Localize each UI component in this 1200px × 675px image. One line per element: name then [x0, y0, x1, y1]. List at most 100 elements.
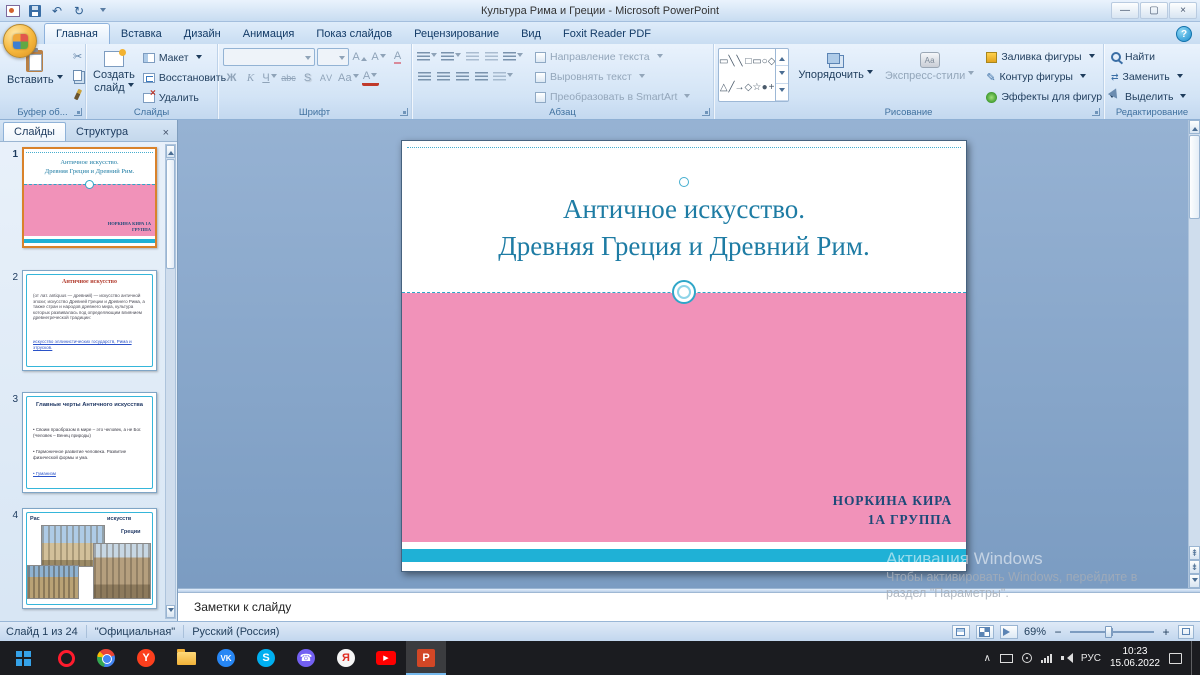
zoom-in-button[interactable]: + [1160, 625, 1172, 639]
redo-button[interactable]: ↻ [70, 2, 88, 20]
tab-animation[interactable]: Анимация [232, 24, 306, 44]
shape-square[interactable]: □ [745, 57, 751, 67]
zoom-level[interactable]: 69% [1024, 626, 1046, 638]
taskbar-yandex[interactable]: Y [126, 641, 166, 675]
show-desktop-button[interactable] [1191, 641, 1196, 675]
panel-scroll-thumb[interactable] [166, 159, 175, 269]
bold-button[interactable]: Ж [223, 69, 240, 86]
tab-slideshow[interactable]: Показ слайдов [305, 24, 403, 44]
drawing-dialog-launcher[interactable] [1092, 108, 1100, 116]
office-button[interactable] [3, 24, 37, 58]
reset-slide-button[interactable]: Восстановить [140, 69, 229, 87]
find-button[interactable]: Найти [1108, 48, 1196, 66]
taskbar-skype[interactable]: S [246, 641, 286, 675]
slide-title-placeholder[interactable]: Античное искусство. Древняя Греция и Дре… [402, 191, 966, 265]
panel-scroll-up-button[interactable] [166, 145, 175, 158]
minimize-button[interactable]: — [1111, 2, 1139, 19]
align-text-button[interactable]: Выровнять текст [532, 68, 693, 86]
numbering-button[interactable] [440, 48, 462, 65]
panel-scroll-down-button[interactable] [166, 605, 175, 618]
shape-outline-button[interactable]: ✎ Контур фигуры [983, 68, 1118, 86]
shape-effects-button[interactable]: Эффекты для фигур [983, 88, 1118, 106]
shape-star[interactable]: ☆ [752, 83, 761, 93]
strikethrough-button[interactable]: abc [280, 69, 297, 86]
slide-thumbnail-4[interactable]: Рас искусств Греции [22, 508, 157, 609]
taskbar-powerpoint[interactable]: P [406, 641, 446, 675]
tab-home[interactable]: Главная [44, 23, 110, 44]
character-spacing-button[interactable]: AV [318, 69, 335, 86]
clear-formatting-button[interactable]: А [389, 49, 406, 66]
taskbar-opera[interactable] [46, 641, 86, 675]
theme-name[interactable]: "Официальная" [95, 626, 175, 638]
zoom-slider-thumb[interactable] [1105, 625, 1113, 638]
taskbar-vk[interactable]: VK [206, 641, 246, 675]
shape-circle[interactable]: ● [762, 83, 768, 93]
replace-button[interactable]: ⇄ Заменить [1108, 68, 1196, 86]
help-button[interactable]: ? [1176, 26, 1192, 42]
panel-close-button[interactable]: × [159, 125, 173, 141]
font-name-combo[interactable] [223, 48, 315, 66]
taskbar-viber[interactable]: ☎ [286, 641, 326, 675]
tray-display-icon[interactable] [999, 653, 1013, 663]
change-case-button[interactable]: Аа [337, 69, 360, 86]
font-color-button[interactable]: А [361, 69, 379, 86]
paragraph-dialog-launcher[interactable] [702, 108, 710, 116]
copy-button[interactable] [68, 66, 88, 84]
taskbar-chrome[interactable] [86, 641, 126, 675]
tray-clock[interactable]: 10:23 15.06.2022 [1110, 646, 1160, 670]
text-direction-button[interactable]: Направление текста [532, 48, 693, 66]
slide-thumbnail-2[interactable]: Античное искусство (от лат. antiquus — д… [22, 270, 157, 371]
shapes-scroll-up[interactable] [776, 49, 789, 67]
app-icon[interactable] [4, 2, 22, 20]
quick-styles-button[interactable]: Аа Экспресс-стили [882, 48, 977, 85]
qat-customize-button[interactable] [92, 2, 110, 20]
tray-network-icon[interactable] [1040, 653, 1052, 663]
tab-design[interactable]: Дизайн [173, 24, 232, 44]
align-right-button[interactable] [454, 68, 471, 85]
delete-slide-button[interactable]: Удалить [140, 88, 229, 107]
grow-font-button[interactable]: А [351, 49, 368, 66]
shape-arrow[interactable]: → [734, 83, 744, 93]
select-button[interactable]: Выделить [1107, 88, 1196, 106]
shape-diamond2[interactable]: ◇ [744, 83, 752, 93]
shapes-scroll-down[interactable] [776, 66, 789, 84]
arrange-button[interactable]: Упорядочить [795, 48, 875, 84]
start-button[interactable] [0, 641, 46, 675]
underline-button[interactable]: Ч [261, 69, 278, 86]
decrease-indent-button[interactable] [464, 48, 481, 65]
format-painter-button[interactable] [68, 85, 88, 103]
shrink-font-button[interactable]: А [370, 49, 387, 66]
tab-insert[interactable]: Вставка [110, 24, 173, 44]
slideshow-view-button[interactable] [999, 624, 1018, 639]
cut-button[interactable]: ✂ [68, 47, 88, 65]
slide-author-placeholder[interactable]: НОРКИНА КИРА 1А ГРУППА [833, 491, 952, 529]
next-slide-button[interactable]: ⇟ [1189, 560, 1200, 574]
shape-diamond[interactable]: ◇ [768, 57, 776, 67]
slide-sorter-view-button[interactable] [975, 624, 994, 639]
shape-plus[interactable]: + [769, 83, 775, 93]
italic-button[interactable]: К [242, 69, 259, 86]
normal-view-button[interactable] [951, 624, 970, 639]
shape-line[interactable]: ╲ [728, 57, 734, 67]
clipboard-dialog-launcher[interactable] [74, 108, 82, 116]
maximize-button[interactable]: ▢ [1140, 2, 1168, 19]
font-dialog-launcher[interactable] [400, 108, 408, 116]
action-center-button[interactable] [1169, 652, 1182, 664]
close-button[interactable]: × [1169, 2, 1197, 19]
previous-slide-button[interactable]: ⇞ [1189, 546, 1200, 560]
panel-tab-outline[interactable]: Структура [66, 123, 138, 141]
line-spacing-button[interactable] [502, 48, 524, 65]
zoom-out-button[interactable]: − [1052, 625, 1064, 639]
tray-volume-icon[interactable] [1060, 653, 1073, 663]
font-size-combo[interactable] [317, 48, 349, 66]
new-slide-button[interactable]: Создать слайд [90, 47, 138, 107]
tab-review[interactable]: Рецензирование [403, 24, 510, 44]
increase-indent-button[interactable] [483, 48, 500, 65]
smartart-convert-button[interactable]: Преобразовать в SmartArt [532, 88, 693, 106]
canvas-scroll-thumb[interactable] [1189, 135, 1200, 219]
panel-scrollbar[interactable] [165, 144, 176, 619]
notes-pane[interactable]: Заметки к слайду [178, 592, 1200, 621]
language-status[interactable]: Русский (Россия) [192, 626, 279, 638]
tab-view[interactable]: Вид [510, 24, 552, 44]
tab-foxit[interactable]: Foxit Reader PDF [552, 24, 662, 44]
